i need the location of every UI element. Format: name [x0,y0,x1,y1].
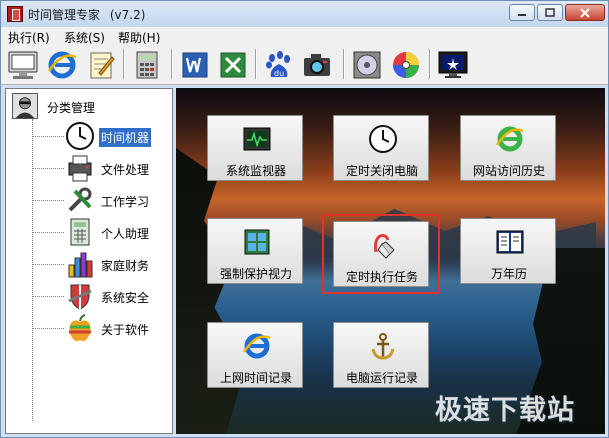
chart-icon [68,252,93,278]
menu-help[interactable]: 帮助(H) [118,29,160,46]
system-monitor-button[interactable]: 系统监视器 [207,115,303,181]
toolbar-separator [123,49,125,79]
close-icon [580,7,590,18]
scheduled-shutdown-button[interactable]: 定时关闭电脑 [333,115,429,181]
button-label: 万年历 [490,267,527,281]
button-label: 上网时间记录 [219,371,292,385]
close-button[interactable] [565,4,605,21]
toolbar-separator [429,49,431,79]
maximize-button[interactable] [537,4,563,21]
eye-protection-button[interactable]: 强制保护视力 [207,218,303,284]
camera-icon[interactable] [301,49,333,81]
clock-icon [369,125,397,153]
sidebar-item-label: 系统安全 [101,291,150,305]
sidebar-item-label: 文件处理 [101,163,150,177]
menu-execute[interactable]: 执行(R) [8,29,50,46]
oscilloscope-icon [243,127,271,151]
word-icon[interactable] [179,49,211,81]
sidebar-item-system-security[interactable]: 系统安全 [32,281,172,311]
ie-icon[interactable] [46,49,78,81]
perpetual-calendar-button[interactable]: 万年历 [460,218,556,284]
computer-run-log-button[interactable]: 电脑运行记录 [333,322,429,388]
selection-highlight [322,214,440,294]
toolbar-separator [343,49,345,79]
sidebar-item-label: 工作学习 [101,195,150,209]
eye-protect-icon [244,229,270,255]
app-icon [7,6,23,22]
excel-icon[interactable] [217,49,249,81]
menu-system[interactable]: 系统(S) [64,29,105,46]
anchor-icon [371,333,395,360]
sidebar-item-time-machine[interactable]: 时间机器 [32,121,172,151]
ie-icon [242,333,271,359]
button-label: 系统监视器 [225,164,286,178]
title-bar[interactable]: 时间管理专家 (v7.2) [1,1,608,27]
title-version: (v7.2) [109,8,146,22]
shield-icon [68,284,92,310]
toolbar-separator [171,49,173,79]
printer-icon [68,155,92,182]
clock-icon [66,122,94,150]
sidebar-item-family-finance[interactable]: 家庭财务 [32,249,172,279]
sidebar-item-label: 个人助理 [101,227,150,241]
sidebar-item-file-processing[interactable]: 文件处理 [32,153,172,183]
tree-root-label[interactable]: 分类管理 [47,99,95,116]
sidebar-item-label: 时间机器 [99,128,152,147]
apple-icon [69,314,91,341]
screen-icon[interactable] [437,49,469,81]
website-history-button[interactable]: 网站访问历史 [460,115,556,181]
online-time-log-button[interactable]: 上网时间记录 [207,322,303,388]
toolbar: du [1,45,608,85]
baidu-icon[interactable]: du [263,49,295,81]
calculator-icon[interactable] [131,49,163,81]
color-disc-icon[interactable] [390,49,422,81]
button-label: 网站访问历史 [472,164,545,178]
sidebar-item-work-study[interactable]: 工作学习 [32,185,172,215]
calculator-icon [70,218,90,246]
tools-icon [68,187,92,212]
minimize-button[interactable] [509,4,535,21]
button-label: 强制保护视力 [219,267,292,281]
monitor-icon[interactable] [7,49,39,81]
toolbar-separator [255,49,257,79]
menu-bar: 执行(R) 系统(S) 帮助(H) [1,27,608,45]
user-avatar-icon [12,93,38,119]
disc-icon[interactable] [351,49,383,81]
watermark-text: 极速下载站 [435,395,575,426]
button-label: 定时关闭电脑 [345,164,418,178]
title-name: 时间管理专家 [28,8,101,22]
sidebar-item-label: 家庭财务 [101,259,150,273]
window-title: 时间管理专家 (v7.2) [28,6,145,23]
sidebar-item-label: 关于软件 [101,323,150,337]
app-window: 时间管理专家 (v7.2) 执行(R) 系统(S) 帮助(H) du 分类管理 … [0,0,609,438]
minimize-icon [518,13,526,16]
sidebar-item-about[interactable]: 关于软件 [32,313,172,343]
calendar-book-icon [496,230,524,254]
ie-icon [495,126,524,152]
maximize-icon [545,7,555,17]
svg-text:du: du [274,69,284,78]
main-panel: 系统监视器 定时关闭电脑 网站访问历史 强制保护视力 定时执行任务 万年历 上网… [176,88,605,434]
category-tree: 分类管理 时间机器 文件处理 工作学习 个人助理 家庭财务 系统安全 关于软件 [5,88,173,434]
notepad-icon[interactable] [85,49,117,81]
background-tree [176,148,246,434]
sidebar-item-personal-assistant[interactable]: 个人助理 [32,217,172,247]
button-label: 电脑运行记录 [345,371,418,385]
